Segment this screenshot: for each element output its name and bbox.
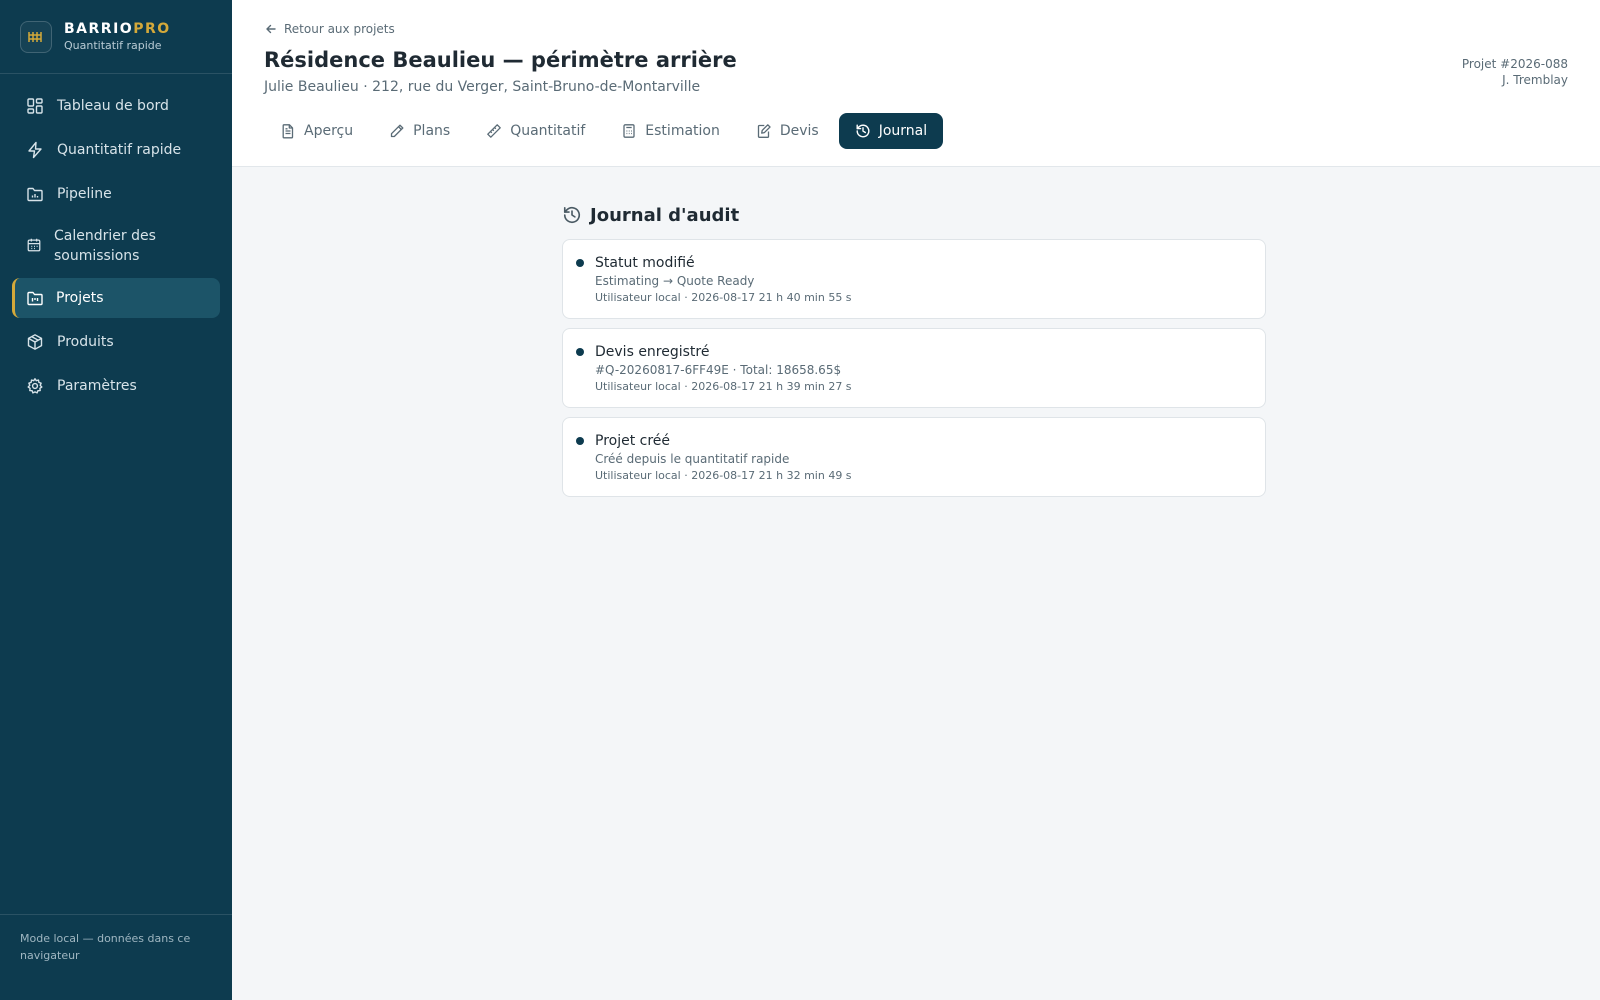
tab-label: Plans [413,123,451,139]
tab-overview[interactable]: Aperçu [264,113,369,149]
sidebar-item-calendar[interactable]: Calendrier des soumissions [12,218,220,274]
audit-entry-meta: Utilisateur local · 2026-08-17 21 h 32 m… [595,469,852,482]
sidebar-item-label: Calendrier des soumissions [54,228,156,264]
audit-entry-detail: Créé depuis le quantitatif rapide [595,452,790,466]
package-icon [26,333,44,351]
audit-entry: Projet créé Créé depuis le quantitatif r… [562,417,1266,497]
sidebar-item-products[interactable]: Produits [12,322,220,362]
sidebar: BARRIOPRO Quantitatif rapide Tableau de … [0,0,232,1000]
tab-plans[interactable]: Plans [373,113,466,149]
timeline-dot [576,259,584,267]
calendar-icon [26,237,44,255]
sidebar-item-projects[interactable]: Projets [12,278,220,318]
audit-entry: Devis enregistré #Q-20260817-6FF49E · To… [562,328,1266,408]
audit-log-title-text: Journal d'audit [590,204,740,226]
ruler-icon [486,123,502,139]
tab-label: Devis [779,123,819,139]
sidebar-item-pipeline[interactable]: Pipeline [12,174,220,214]
audit-entry-title: Statut modifié [595,255,695,271]
timeline-dot [576,348,584,356]
audit-entry-title: Projet créé [595,433,671,449]
project-number: Projet #2026-088 [1461,57,1568,71]
sidebar-footer: Mode local — données dans ce navigateur [0,914,232,1000]
audit-entry-detail: Estimating → Quote Ready [595,274,755,288]
back-link-label: Retour aux projets [284,22,395,36]
tab-estimate[interactable]: Estimation [605,113,736,149]
project-tabs: Aperçu Plans Quantitatif Estimation Devi… [264,113,1568,149]
audit-log: Journal d'audit Statut modifié Estimatin… [562,201,1266,1000]
sidebar-nav: Tableau de bord Quantitatif rapide Pipel… [0,74,232,914]
back-to-projects-link[interactable]: Retour aux projets [264,22,395,36]
audit-log-title: Journal d'audit [562,201,1266,229]
audit-entry-title: Devis enregistré [595,344,710,360]
sidebar-item-label: Projets [56,290,104,306]
brand-name: BARRIOPRO [64,20,171,37]
audit-entry: Statut modifié Estimating → Quote Ready … [562,239,1266,319]
document-icon [280,123,296,139]
sidebar-item-dashboard[interactable]: Tableau de bord [12,86,220,126]
tab-label: Journal [878,123,928,139]
project-header: Retour aux projets Résidence Beaulieu — … [232,0,1600,167]
sidebar-item-label: Paramètres [57,378,137,394]
timeline-dot [576,437,584,445]
page-subtitle: Julie Beaulieu · 212, rue du Verger, Sai… [264,79,701,95]
history-icon [562,205,582,225]
sidebar-item-settings[interactable]: Paramètres [12,366,220,406]
audit-entry-meta: Utilisateur local · 2026-08-17 21 h 39 m… [595,380,852,393]
pencil-icon [389,123,405,139]
project-meta: Projet #2026-088 J. Tremblay [1462,56,1568,88]
dashboard-icon [26,97,44,115]
edit-document-icon [756,123,772,139]
brand[interactable]: BARRIOPRO Quantitatif rapide [0,0,232,74]
sidebar-item-quick-takeoff[interactable]: Quantitatif rapide [12,130,220,170]
tab-takeoff[interactable]: Quantitatif [470,113,601,149]
tab-label: Quantitatif [510,123,586,139]
folder-chart-icon [26,185,44,203]
tab-label: Estimation [645,123,720,139]
tab-journal[interactable]: Journal [838,113,944,149]
sidebar-item-label: Tableau de bord [57,98,169,114]
tab-quote[interactable]: Devis [740,113,835,149]
arrow-left-icon [264,22,278,36]
calculator-icon [621,123,637,139]
page-title: Résidence Beaulieu — périmètre arrière [264,48,737,72]
lightning-icon [26,141,44,159]
folder-kanban-icon [26,289,44,307]
brand-subtitle: Quantitatif rapide [64,38,162,52]
sidebar-item-label: Quantitatif rapide [57,142,182,158]
audit-entry-meta: Utilisateur local · 2026-08-17 21 h 40 m… [595,291,852,304]
project-assignee: J. Tremblay [1502,73,1568,87]
content-area: Journal d'audit Statut modifié Estimatin… [232,167,1600,1000]
main-area: Retour aux projets Résidence Beaulieu — … [232,0,1600,1000]
tab-label: Aperçu [304,123,354,139]
sidebar-item-label: Produits [57,334,114,350]
audit-entry-detail: #Q-20260817-6FF49E · Total: 18658.65$ [595,363,842,377]
history-icon [855,123,871,139]
gear-icon [26,377,44,395]
sidebar-item-label: Pipeline [57,186,112,202]
brand-logo-icon [20,20,52,53]
